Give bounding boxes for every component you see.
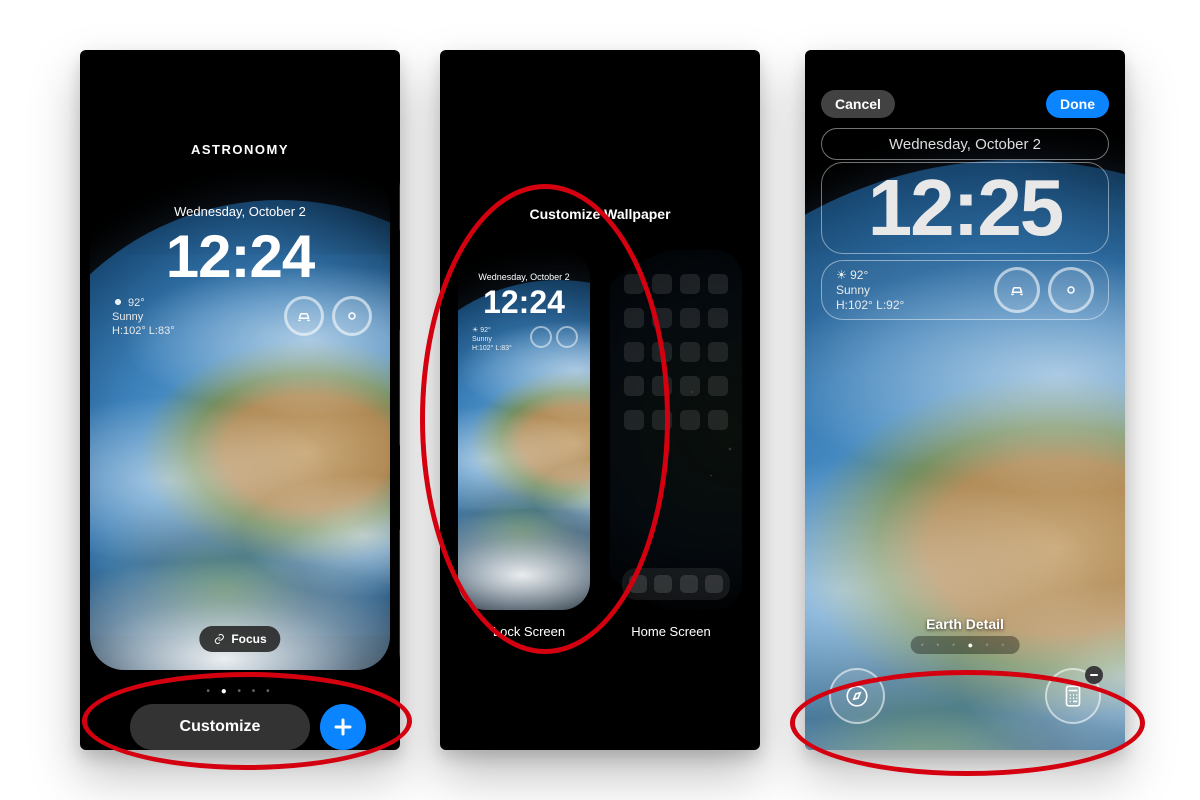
focus-label: Focus xyxy=(231,632,266,646)
focus-chip[interactable]: Focus xyxy=(199,626,280,652)
link-icon xyxy=(213,633,225,645)
lock-screen-thumb[interactable]: Wednesday, October 2 12:24 ☀ 92°SunnyH:1… xyxy=(458,250,590,610)
quick-action-right[interactable] xyxy=(1045,668,1101,724)
style-page-indicator: • • • ● • • xyxy=(911,636,1020,654)
wallpaper-style-caption: Earth Detail xyxy=(805,616,1125,632)
weather-widget: 92° Sunny H:102° L:83° xyxy=(112,296,175,338)
plus-icon xyxy=(331,715,355,739)
remove-badge-icon[interactable] xyxy=(1085,666,1103,684)
wallpaper-carousel[interactable]: Wednesday, October 2 12:24 92° Sunny H:1… xyxy=(80,170,400,670)
wallpaper-card-current[interactable]: Wednesday, October 2 12:24 92° Sunny H:1… xyxy=(90,170,390,670)
sun-icon xyxy=(112,296,124,308)
done-button[interactable]: Done xyxy=(1046,90,1109,118)
lockscreen-time: 12:24 xyxy=(90,222,390,291)
car-widget-icon[interactable] xyxy=(994,267,1040,313)
home-screen-thumb[interactable] xyxy=(610,250,742,610)
weather-widget: ☀ 92° Sunny H:102° L:92° xyxy=(836,268,904,313)
lockscreen-date: Wednesday, October 2 xyxy=(90,204,390,219)
thumb-time: 12:24 xyxy=(458,284,590,321)
screenshot-lockscreen-gallery: ASTRONOMY Wednesday, October 2 12:24 92°… xyxy=(80,50,400,750)
customize-options-row: Wednesday, October 2 12:24 ☀ 92°SunnyH:1… xyxy=(458,250,742,610)
thumb-dock xyxy=(622,568,730,600)
earth-night-wallpaper xyxy=(610,250,742,610)
page-indicator: • ● • • • xyxy=(80,686,400,697)
screenshot-customize-picker: Customize Wallpaper Wednesday, October 2… xyxy=(440,50,760,750)
bottom-widget-slot[interactable]: ☀ 92° Sunny H:102° L:92° xyxy=(821,260,1109,320)
date-widget-slot[interactable]: Wednesday, October 2 xyxy=(821,128,1109,160)
quick-action-left[interactable] xyxy=(829,668,885,724)
customize-button[interactable]: Customize xyxy=(130,704,310,750)
time-widget-slot[interactable]: 12:25 xyxy=(821,162,1109,254)
car-widget-icon xyxy=(284,296,324,336)
add-wallpaper-button[interactable] xyxy=(320,704,366,750)
thumb-weather: ☀ 92°SunnyH:102° L:83° xyxy=(472,326,512,353)
screenshot-lockscreen-editor: Cancel Done Wednesday, October 2 12:25 ☀… xyxy=(805,50,1125,750)
sun-icon: ☀ xyxy=(836,268,847,282)
widget-rings xyxy=(284,296,372,336)
cancel-button[interactable]: Cancel xyxy=(821,90,895,118)
calculator-icon xyxy=(1060,683,1086,709)
home-screen-label: Home Screen xyxy=(600,624,742,639)
customize-title: Customize Wallpaper xyxy=(440,206,760,222)
ring-widget-icon[interactable] xyxy=(1048,267,1094,313)
wallpaper-category-title: ASTRONOMY xyxy=(80,142,400,157)
lock-screen-label: Lock Screen xyxy=(458,624,600,639)
thumb-date: Wednesday, October 2 xyxy=(458,272,590,282)
compass-icon xyxy=(844,683,870,709)
ring-widget-icon xyxy=(332,296,372,336)
thumb-widgets xyxy=(530,326,578,348)
